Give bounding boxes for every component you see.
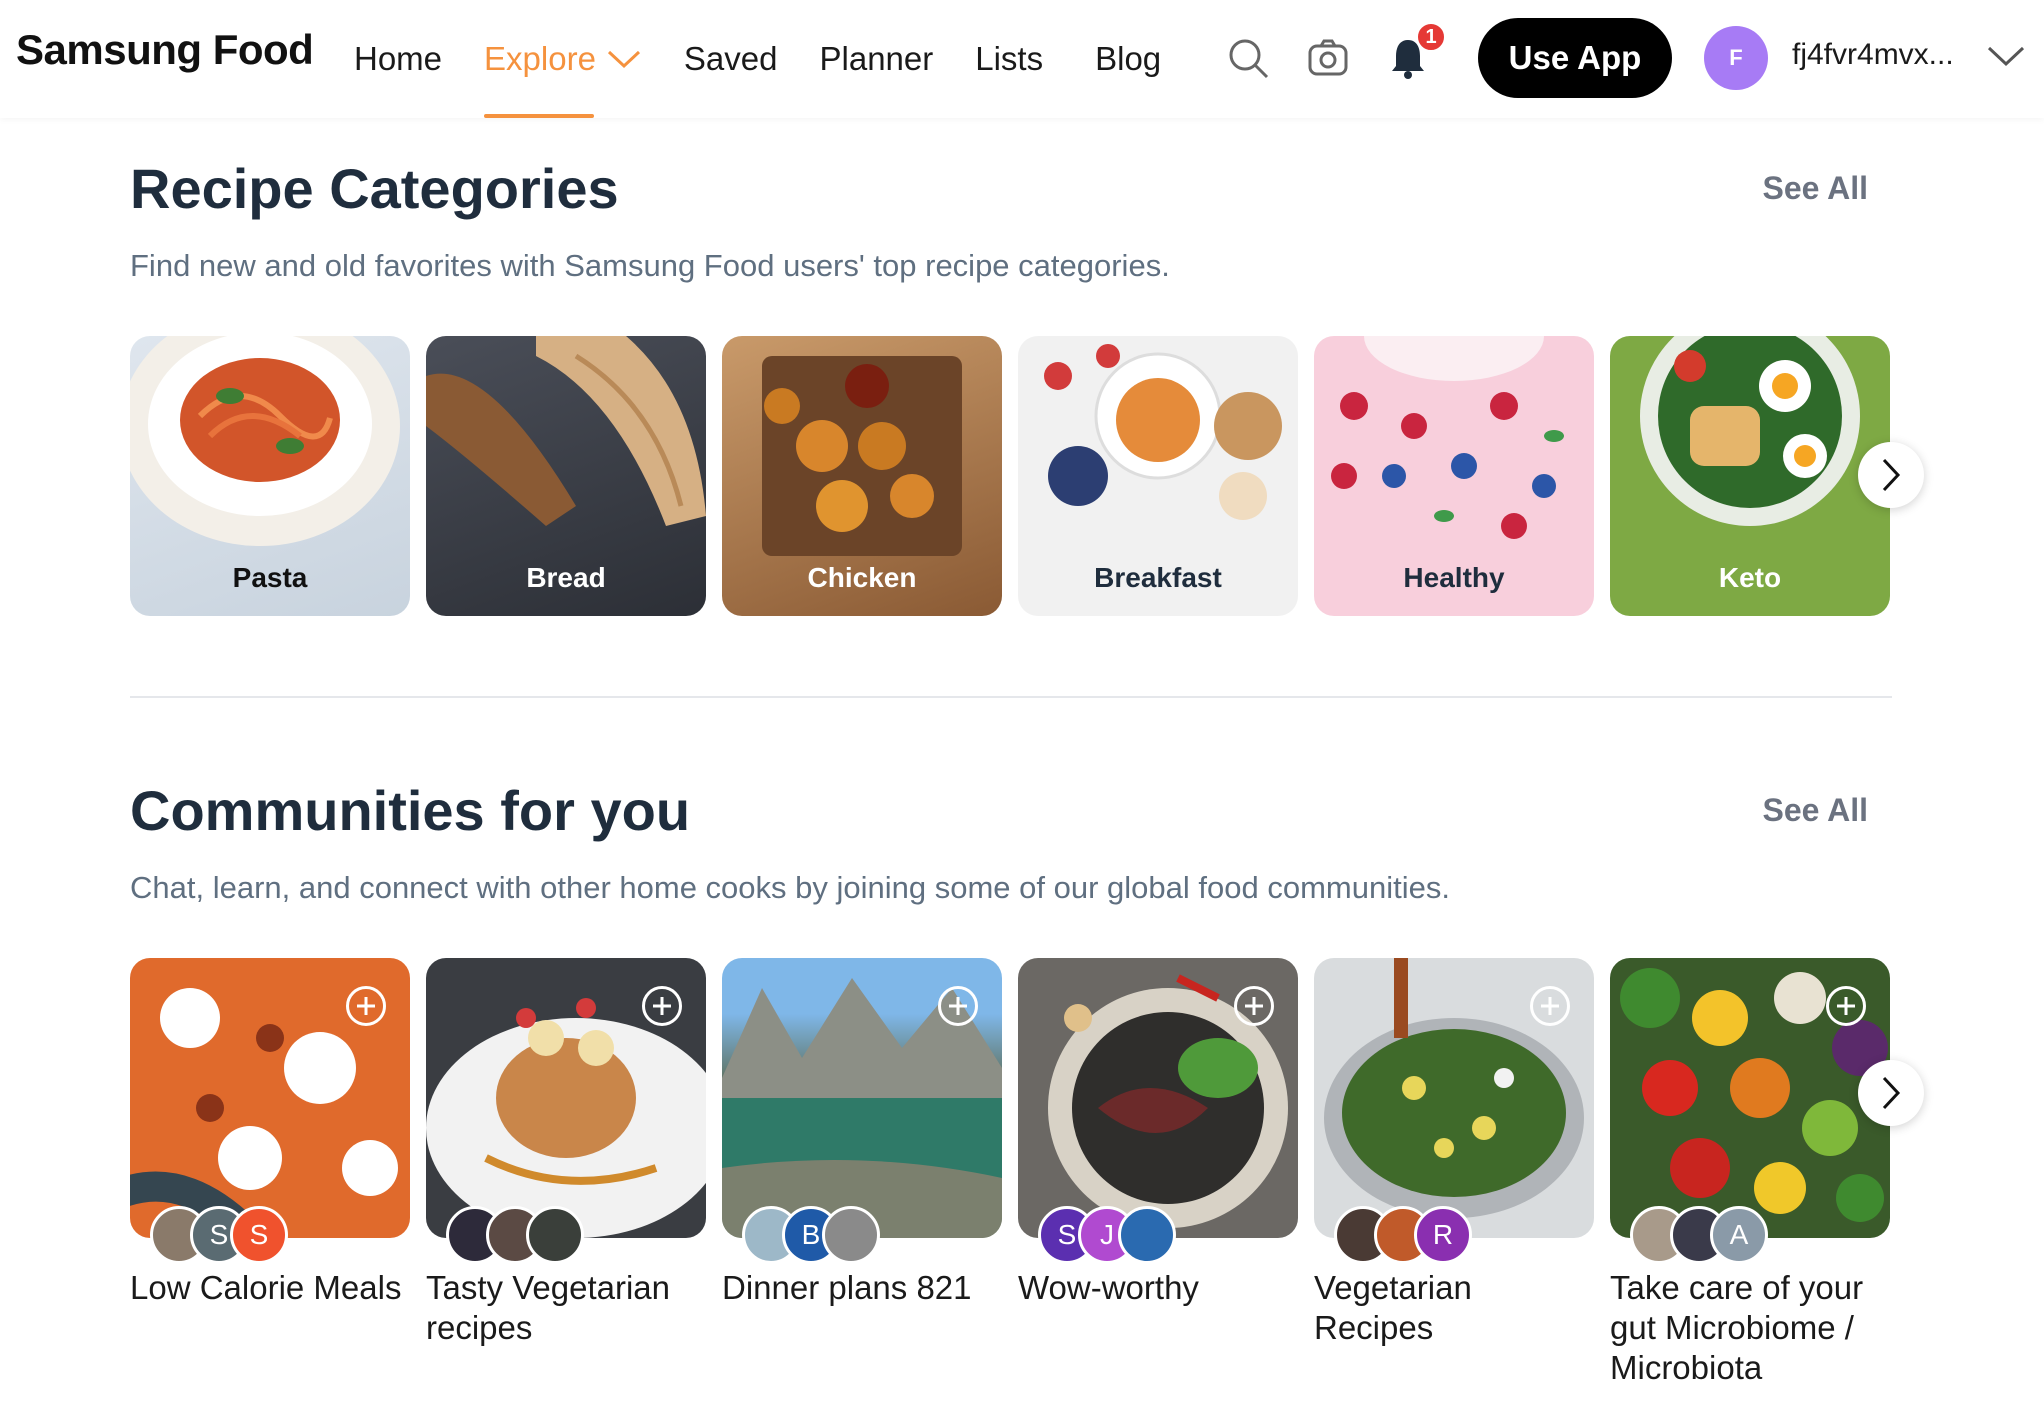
join-community-button[interactable]: [1234, 986, 1274, 1026]
search-icon[interactable]: [1224, 34, 1272, 82]
plus-icon: [653, 997, 671, 1015]
user-avatar[interactable]: F: [1704, 26, 1768, 90]
category-card-healthy[interactable]: Healthy: [1314, 336, 1594, 616]
community-name[interactable]: Vegetarian Recipes: [1314, 1268, 1594, 1348]
member-avatar: [822, 1206, 880, 1264]
community-card[interactable]: S J Wow-worthy: [1018, 958, 1298, 1388]
recipe-categories-see-all-link[interactable]: See All: [1762, 170, 1868, 207]
top-nav-bar: Samsung Food Home Explore Saved Planner …: [0, 0, 2044, 118]
community-card[interactable]: B Dinner plans 821: [722, 958, 1002, 1388]
recipe-categories-subtitle: Find new and old favorites with Samsung …: [130, 248, 1170, 283]
section-divider: [130, 696, 1892, 698]
communities-see-all-link[interactable]: See All: [1762, 792, 1868, 829]
plus-icon: [357, 997, 375, 1015]
recipe-categories-title: Recipe Categories: [130, 157, 619, 220]
use-app-button[interactable]: Use App: [1478, 18, 1672, 98]
communities-carousel: S S Low Calorie Meals Tasty Vegetarian r…: [130, 958, 1890, 1388]
member-avatars: R: [1334, 1206, 1472, 1264]
join-community-button[interactable]: [1826, 986, 1866, 1026]
camera-icon[interactable]: [1304, 34, 1352, 82]
category-card-breakfast[interactable]: Breakfast: [1018, 336, 1298, 616]
categories-next-button[interactable]: [1858, 442, 1924, 508]
category-label: Bread: [526, 562, 606, 593]
communities-title: Communities for you: [130, 779, 691, 842]
member-avatars: S J: [1038, 1206, 1176, 1264]
chevron-down-icon: [607, 50, 640, 69]
community-card[interactable]: S S Low Calorie Meals: [130, 958, 410, 1388]
member-avatars: [446, 1206, 584, 1264]
community-name[interactable]: Take care of your gut Microbiome / Micro…: [1610, 1268, 1890, 1388]
member-avatar: S: [230, 1206, 288, 1264]
plus-icon: [949, 997, 967, 1015]
main-nav: Home Explore Saved Planner Lists Blog: [354, 0, 1203, 118]
plus-icon: [1245, 997, 1263, 1015]
member-avatars: B: [742, 1206, 880, 1264]
member-avatar: [526, 1206, 584, 1264]
category-card-chicken[interactable]: Chicken: [722, 336, 1002, 616]
member-avatar: A: [1710, 1206, 1768, 1264]
chevron-down-icon[interactable]: [1986, 44, 2026, 68]
chevron-right-icon: [1882, 458, 1901, 492]
notification-badge: 1: [1416, 22, 1446, 52]
community-card[interactable]: Tasty Vegetarian recipes: [426, 958, 706, 1388]
nav-explore[interactable]: Explore: [484, 0, 642, 118]
community-card[interactable]: A Take care of your gut Microbiome / Mic…: [1610, 958, 1890, 1388]
member-avatar: [1118, 1206, 1176, 1264]
nav-explore-label: Explore: [484, 40, 596, 77]
nav-home[interactable]: Home: [354, 0, 442, 118]
community-name[interactable]: Dinner plans 821: [722, 1268, 1002, 1308]
category-label: Pasta: [232, 562, 308, 593]
join-community-button[interactable]: [938, 986, 978, 1026]
category-card-pasta[interactable]: Pasta: [130, 336, 410, 616]
category-card-bread[interactable]: Bread: [426, 336, 706, 616]
category-label: Healthy: [1403, 562, 1505, 593]
chevron-right-icon: [1882, 1076, 1901, 1110]
member-avatars: A: [1630, 1206, 1768, 1264]
nav-lists[interactable]: Lists: [975, 0, 1043, 118]
community-name[interactable]: Low Calorie Meals: [130, 1268, 410, 1308]
community-name[interactable]: Tasty Vegetarian recipes: [426, 1268, 706, 1348]
join-community-button[interactable]: [642, 986, 682, 1026]
plus-icon: [1837, 997, 1855, 1015]
join-community-button[interactable]: [1530, 986, 1570, 1026]
samsung-food-logo[interactable]: Samsung Food: [16, 26, 314, 74]
join-community-button[interactable]: [346, 986, 386, 1026]
communities-subtitle: Chat, learn, and connect with other home…: [130, 870, 1450, 905]
nav-saved[interactable]: Saved: [684, 0, 778, 118]
category-label: Keto: [1718, 562, 1782, 593]
nav-blog[interactable]: Blog: [1095, 0, 1161, 118]
community-card[interactable]: R Vegetarian Recipes: [1314, 958, 1594, 1388]
category-label: Chicken: [807, 562, 917, 593]
community-name[interactable]: Wow-worthy: [1018, 1268, 1298, 1308]
category-carousel: Pasta Bread Chicken Breakfast Healthy Ke…: [130, 336, 1890, 616]
plus-icon: [1541, 997, 1559, 1015]
member-avatar: R: [1414, 1206, 1472, 1264]
communities-next-button[interactable]: [1858, 1060, 1924, 1126]
category-card-keto[interactable]: Keto: [1610, 336, 1890, 616]
username[interactable]: fj4fvr4mvx...: [1792, 38, 1954, 72]
nav-planner[interactable]: Planner: [820, 0, 934, 118]
category-label: Breakfast: [1094, 562, 1222, 593]
member-avatars: S S: [150, 1206, 288, 1264]
